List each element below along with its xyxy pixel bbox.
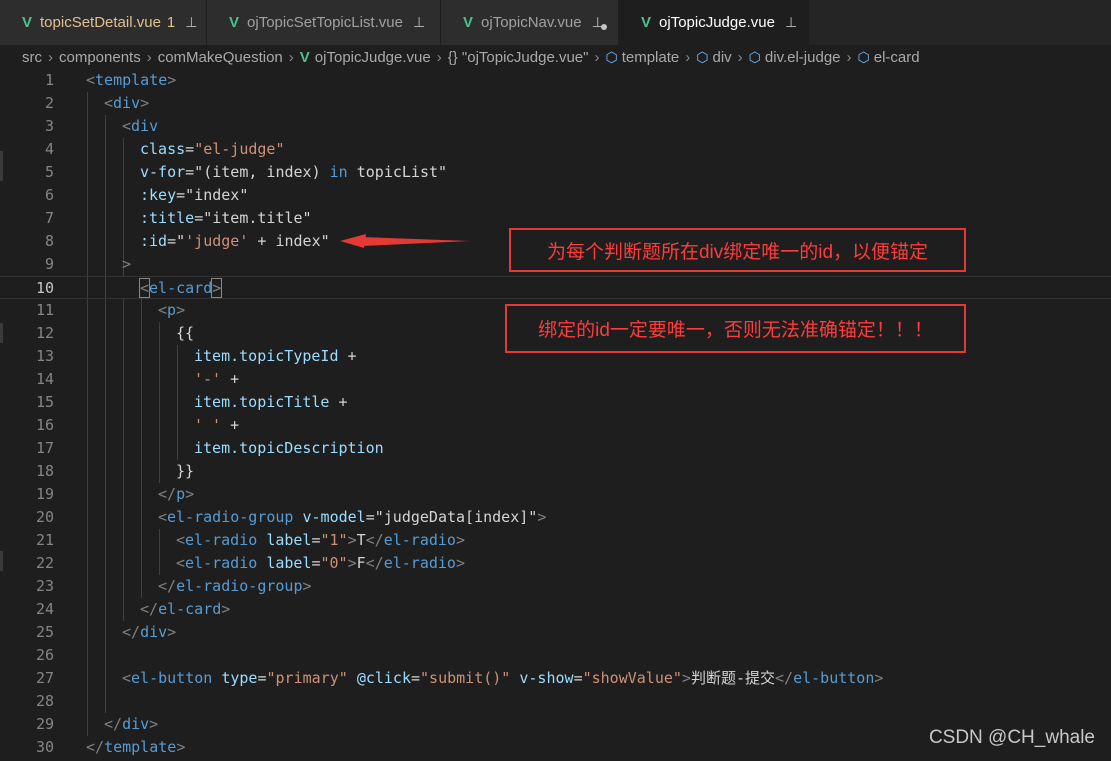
annotation-callout-2: 绑定的id一定要唯一，否则无法准确锚定！！！ bbox=[505, 304, 966, 353]
annotation-arrow bbox=[340, 234, 470, 248]
annotation-callout-1: 为每个判断题所在div绑定唯一的id，以便锚定 bbox=[509, 228, 966, 272]
arrow-shaft bbox=[362, 237, 470, 246]
csdn-watermark: CSDN @CH_whale bbox=[928, 727, 1095, 748]
